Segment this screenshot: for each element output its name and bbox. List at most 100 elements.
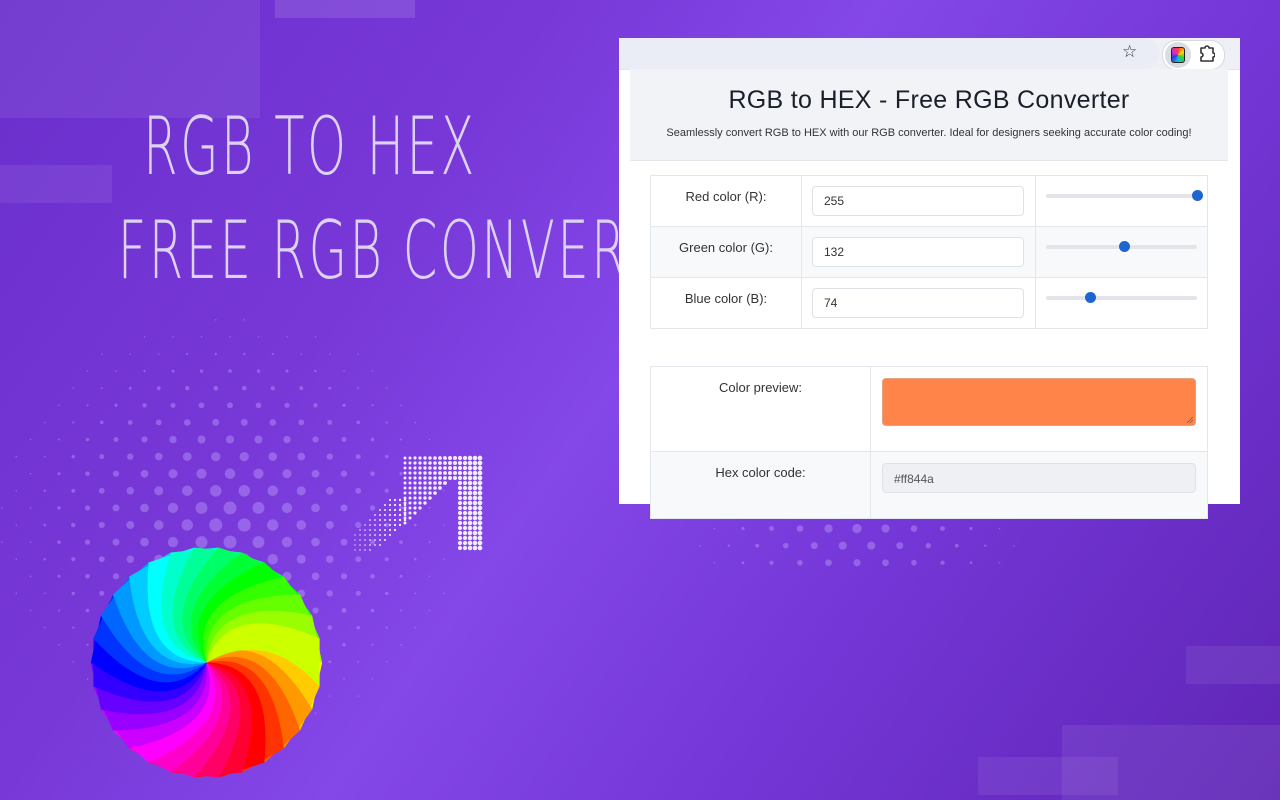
halftone-dot [1012, 544, 1015, 547]
arrow-dot [462, 470, 468, 476]
halftone-dot [239, 451, 249, 462]
halftone-dot [200, 336, 203, 338]
arrow-dot [413, 491, 417, 495]
arrow-dot [359, 539, 361, 541]
arrow-dot [418, 456, 422, 460]
arrow-dot [457, 460, 463, 466]
arrow-dot [467, 510, 473, 516]
halftone-dot [29, 506, 32, 509]
address-bar[interactable] [619, 38, 1159, 69]
halftone-dot [100, 387, 103, 390]
resize-grip-icon[interactable] [1187, 417, 1193, 423]
arrow-dot [388, 518, 392, 522]
halftone-dot [43, 455, 46, 458]
arrow-dot [477, 490, 483, 496]
arrow-dot [467, 505, 473, 511]
halftone-dot [154, 486, 164, 496]
arrow-dot [448, 466, 452, 470]
extension-popup: ☆ RGB to HEX - Free RGB Converter Seamle… [619, 38, 1240, 519]
arrow-dot [443, 471, 447, 475]
halftone-dot [171, 369, 175, 373]
halftone-dot [385, 387, 388, 390]
blue-input[interactable] [812, 288, 1024, 318]
arrow-dot [467, 465, 473, 471]
arrow-dot [423, 476, 427, 480]
star-icon[interactable]: ☆ [1122, 42, 1137, 62]
halftone-dot [43, 626, 46, 629]
arrow-dot [472, 485, 478, 491]
arrow-dot [462, 480, 468, 486]
arrow-dot [369, 539, 371, 541]
halftone-dot [156, 386, 161, 391]
red-slider[interactable] [1046, 190, 1203, 201]
halftone-dot [98, 487, 105, 494]
halftone-dot [255, 402, 262, 409]
blue-slider[interactable] [1046, 292, 1197, 303]
page-header: RGB to HEX - Free RGB Converter Seamless… [630, 69, 1228, 161]
arrow-dot [452, 455, 458, 461]
green-slider-thumb[interactable] [1119, 241, 1131, 252]
halftone-dot [325, 487, 334, 495]
arrow-dot [423, 461, 427, 465]
halftone-dot [154, 452, 163, 461]
arrow-dot [413, 461, 417, 465]
arrow-dot [467, 500, 473, 506]
arrow-dot [462, 525, 468, 531]
halftone-dot [29, 575, 32, 578]
halftone-dot [428, 575, 431, 578]
halftone-dot [213, 385, 219, 391]
arrow-dot [448, 476, 452, 480]
halftone-dot [71, 522, 76, 528]
blue-slider-thumb[interactable] [1084, 292, 1096, 303]
arrow-dot [477, 525, 483, 531]
arrow-dot [472, 535, 478, 541]
arrow-dot [457, 475, 463, 481]
arrow-dot [452, 470, 458, 476]
arrow-dot [403, 486, 407, 490]
halftone-dot [741, 526, 745, 531]
table-row-red: Red color (R): [650, 175, 1208, 227]
arrow-dot [457, 515, 463, 521]
arrow-dot [433, 491, 437, 495]
halftone-dot [15, 524, 18, 526]
arrow-dot [457, 530, 463, 536]
halftone-dot [328, 386, 332, 390]
puzzle-extensions-icon[interactable] [1199, 44, 1216, 67]
arrow-dot [452, 465, 458, 471]
halftone-dot [1, 541, 3, 543]
halftone-dot [357, 353, 360, 355]
halftone-dot [810, 542, 818, 550]
page-title: RGB to HEX - Free RGB Converter [728, 86, 1130, 114]
red-slider-thumb[interactable] [1192, 190, 1203, 201]
halftone-dot [297, 452, 306, 461]
arrow-dot [472, 480, 478, 486]
halftone-dot [283, 435, 291, 444]
halftone-dot [195, 501, 208, 514]
color-preview-swatch[interactable] [882, 378, 1196, 426]
arrow-dot [403, 476, 407, 480]
arrow-dot [359, 549, 361, 551]
halftone-dot [269, 419, 277, 426]
arrow-dot [374, 544, 376, 546]
arrow-dot [423, 491, 427, 495]
color-picker-extension-icon[interactable] [1165, 42, 1191, 68]
halftone-dot [199, 369, 204, 373]
halftone-dot [85, 437, 90, 442]
halftone-dot [286, 336, 288, 338]
green-slider[interactable] [1046, 241, 1197, 252]
halftone-dot [755, 543, 760, 548]
halftone-dot [414, 421, 417, 424]
halftone-dot [370, 437, 375, 442]
hex-code-output[interactable]: #ff844a [882, 463, 1196, 493]
halftone-dot [256, 369, 261, 373]
arrow-dot [383, 528, 387, 532]
halftone-dot [940, 560, 945, 565]
green-input[interactable] [812, 237, 1024, 267]
arrow-dot [403, 481, 407, 485]
arrow-dot [418, 506, 422, 510]
red-input[interactable] [812, 186, 1024, 216]
browser-toolbar: ☆ [619, 38, 1240, 70]
halftone-dot [325, 521, 334, 529]
halftone-dot [343, 370, 345, 372]
halftone-dot [241, 385, 247, 391]
